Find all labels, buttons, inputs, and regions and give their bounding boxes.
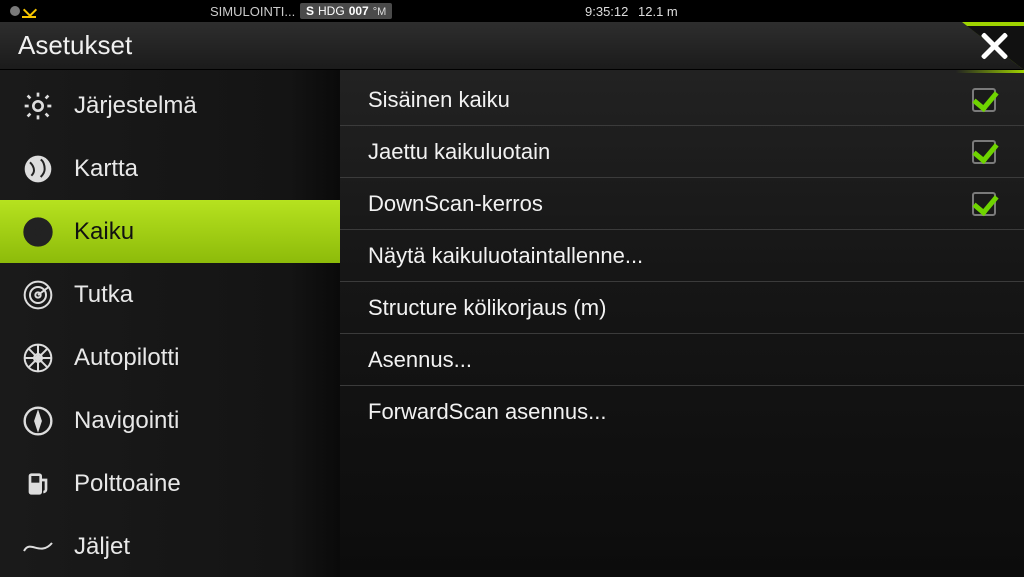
sim-label: SIMULOINTI...	[210, 4, 295, 19]
status-bar: SIMULOINTI... S HDG 007 °M 9:35:12 12.1 …	[0, 0, 1024, 22]
heading-badge: S HDG 007 °M	[300, 3, 392, 19]
row-label: Jaettu kaikuluotain	[368, 139, 550, 165]
row-internal-echo[interactable]: Sisäinen kaiku	[340, 74, 1024, 126]
gear-icon	[20, 88, 56, 124]
settings-content: Sisäinen kaiku Jaettu kaikuluotain DownS…	[340, 70, 1024, 577]
radar-icon	[20, 277, 56, 313]
checkbox-downscan-overlay[interactable]	[972, 192, 996, 216]
sidebar-item-radar[interactable]: Tutka	[0, 263, 340, 326]
close-icon	[978, 31, 1008, 61]
compass-icon	[20, 403, 56, 439]
hdg-prefix: S	[306, 4, 314, 18]
row-label: Structure kölikorjaus (m)	[368, 295, 606, 321]
row-shared-sonar[interactable]: Jaettu kaikuluotain	[340, 126, 1024, 178]
sonar-icon	[20, 214, 56, 250]
checkbox-shared-sonar[interactable]	[972, 140, 996, 164]
hdg-unit: °M	[373, 6, 387, 18]
fuel-icon	[20, 466, 56, 502]
sidebar-item-echo[interactable]: Kaiku	[0, 200, 340, 263]
sidebar-item-label: Kartta	[74, 155, 138, 183]
sidebar-item-navigation[interactable]: Navigointi	[0, 389, 340, 452]
status-dot-icon	[10, 6, 20, 16]
sidebar-item-autopilot[interactable]: Autopilotti	[0, 326, 340, 389]
track-icon	[20, 529, 56, 565]
settings-body: Järjestelmä Kartta Kaiku	[0, 70, 1024, 577]
row-downscan-overlay[interactable]: DownScan-kerros	[340, 178, 1024, 230]
row-installation[interactable]: Asennus...	[340, 334, 1024, 386]
depth-readout: 12.1 m	[638, 4, 678, 19]
globe-icon	[20, 151, 56, 187]
close-button[interactable]	[934, 22, 1024, 70]
content-accent	[340, 70, 1024, 73]
sidebar-item-label: Tutka	[74, 281, 133, 309]
sidebar-item-system[interactable]: Järjestelmä	[0, 74, 340, 137]
sidebar-item-label: Polttoaine	[74, 470, 181, 498]
sidebar-item-fuel[interactable]: Polttoaine	[0, 452, 340, 515]
clock: 9:35:12	[585, 4, 628, 19]
hdg-value: 007	[349, 4, 369, 18]
row-structure-keel-offset[interactable]: Structure kölikorjaus (m)	[340, 282, 1024, 334]
settings-sidebar: Järjestelmä Kartta Kaiku	[0, 70, 340, 577]
row-view-sonar-log[interactable]: Näytä kaikuluotaintallenne...	[340, 230, 1024, 282]
wheel-icon	[20, 340, 56, 376]
row-forwardscan-install[interactable]: ForwardScan asennus...	[340, 386, 1024, 438]
sidebar-item-label: Järjestelmä	[74, 92, 197, 120]
status-indicators	[10, 4, 36, 18]
sidebar-item-label: Navigointi	[74, 407, 179, 435]
sidebar-item-label: Jäljet	[74, 533, 130, 561]
row-label: DownScan-kerros	[368, 191, 543, 217]
row-label: Sisäinen kaiku	[368, 87, 510, 113]
row-label: Asennus...	[368, 347, 472, 373]
hdg-label: HDG	[318, 4, 345, 18]
page-title: Asetukset	[18, 30, 132, 61]
download-icon	[22, 4, 36, 18]
sidebar-item-label: Autopilotti	[74, 344, 179, 372]
row-label: Näytä kaikuluotaintallenne...	[368, 243, 643, 269]
sidebar-item-label: Kaiku	[74, 218, 134, 246]
row-label: ForwardScan asennus...	[368, 399, 606, 425]
sidebar-item-chart[interactable]: Kartta	[0, 137, 340, 200]
checkbox-internal-echo[interactable]	[972, 88, 996, 112]
sidebar-item-tracks[interactable]: Jäljet	[0, 515, 340, 577]
settings-header: Asetukset	[0, 22, 1024, 70]
